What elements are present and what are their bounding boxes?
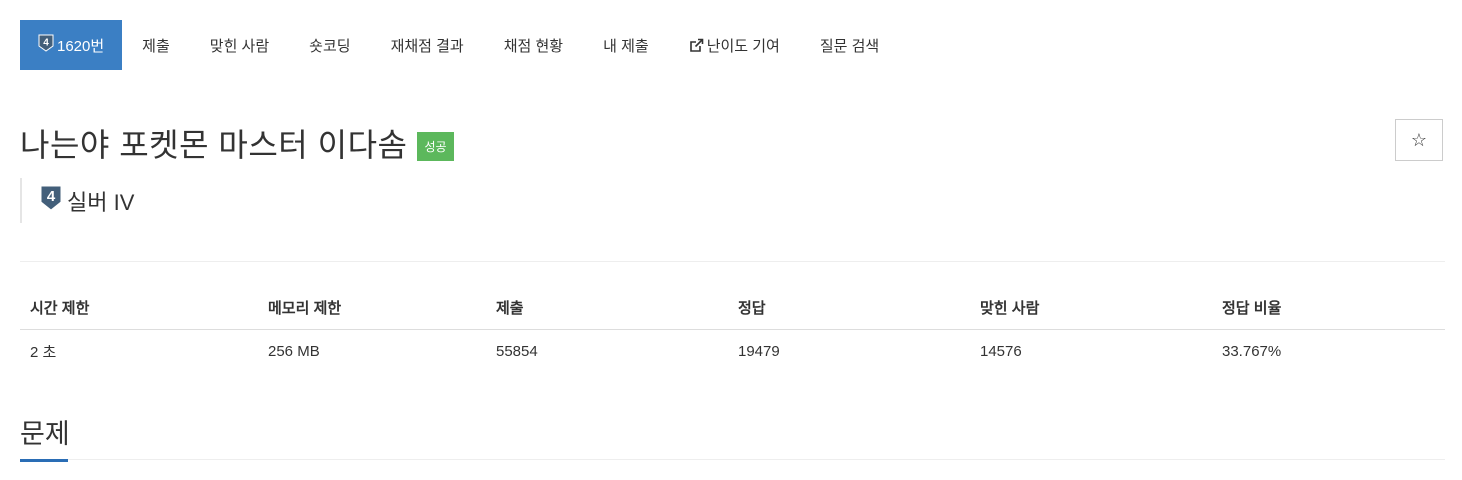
divider: [20, 261, 1445, 262]
tab-submit[interactable]: 제출: [122, 20, 190, 70]
external-link-icon: [689, 38, 704, 53]
tab-label: 질문 검색: [819, 37, 880, 55]
tier-badge-icon: 4: [40, 185, 62, 216]
favorite-star-button[interactable]: ☆: [1395, 119, 1443, 161]
cell-solved-users: 14576: [980, 343, 1022, 360]
table-header-row: 시간 제한 메모리 제한 제출 정답 맞힌 사람 정답 비율: [20, 287, 1445, 330]
tab-judge-status[interactable]: 채점 현황: [484, 20, 583, 70]
header-solved-users: 맞힌 사람: [970, 287, 1212, 330]
tab-difficulty-contribution[interactable]: 난이도 기여: [669, 20, 800, 70]
header-memory-limit: 메모리 제한: [258, 287, 486, 330]
tab-label: 난이도 기여: [706, 37, 780, 55]
cell-time-limit: 2 초: [30, 344, 57, 361]
tab-label: 제출: [142, 37, 170, 55]
problem-title: 나는야 포켓몬 마스터 이다솜: [20, 127, 408, 163]
header-submissions: 제출: [486, 287, 728, 330]
tab-label: 재채점 결과: [390, 37, 464, 55]
header-time-limit: 시간 제한: [20, 287, 258, 330]
cell-accept-ratio: 33.767%: [1222, 343, 1282, 360]
tier-badge-icon: 4: [38, 34, 54, 56]
tab-label: 맞힌 사람: [209, 37, 270, 55]
tab-short-coding[interactable]: 숏코딩: [289, 20, 370, 70]
cell-memory-limit: 256 MB: [268, 343, 320, 360]
table-row: 2 초 256 MB 55854 19479 14576 33.767%: [20, 329, 1445, 374]
tab-my-submissions[interactable]: 내 제출: [583, 20, 669, 70]
tier-label: 실버 IV: [67, 189, 135, 215]
cell-submissions: 55854: [496, 343, 538, 360]
problem-tabs: 4 1620번 제출 맞힌 사람 숏코딩 재채점 결과 채점 현황 내 제출 난…: [20, 20, 899, 70]
svg-text:4: 4: [43, 38, 49, 49]
header-accept-ratio: 정답 비율: [1212, 287, 1445, 330]
section-title-problem: 문제: [20, 419, 70, 449]
result-badge: 성공: [417, 131, 454, 161]
section-accent-underline: [20, 459, 68, 462]
tab-label: 1620번: [57, 37, 105, 55]
tier-block: 4 실버 IV: [20, 178, 134, 223]
cell-accepted: 19479: [738, 343, 780, 360]
problem-page: 4 1620번 제출 맞힌 사람 숏코딩 재채점 결과 채점 현황 내 제출 난…: [0, 0, 1462, 480]
header-accepted: 정답: [728, 287, 970, 330]
problem-info-table: 시간 제한 메모리 제한 제출 정답 맞힌 사람 정답 비율 2 초 256 M…: [20, 287, 1445, 374]
tab-question-search[interactable]: 질문 검색: [800, 20, 899, 70]
title-row: 나는야 포켓몬 마스터 이다솜 성공: [20, 120, 454, 166]
tab-label: 숏코딩: [309, 37, 351, 55]
star-icon: ☆: [1410, 129, 1428, 150]
tab-label: 채점 현황: [503, 37, 564, 55]
tab-problem-number[interactable]: 4 1620번: [20, 20, 123, 70]
tab-rejudge-result[interactable]: 재채점 결과: [371, 20, 484, 70]
section-divider: [20, 459, 1445, 460]
tier-number: 4: [47, 188, 56, 205]
tab-solved-users[interactable]: 맞힌 사람: [190, 20, 289, 70]
tab-label: 내 제출: [603, 37, 649, 55]
